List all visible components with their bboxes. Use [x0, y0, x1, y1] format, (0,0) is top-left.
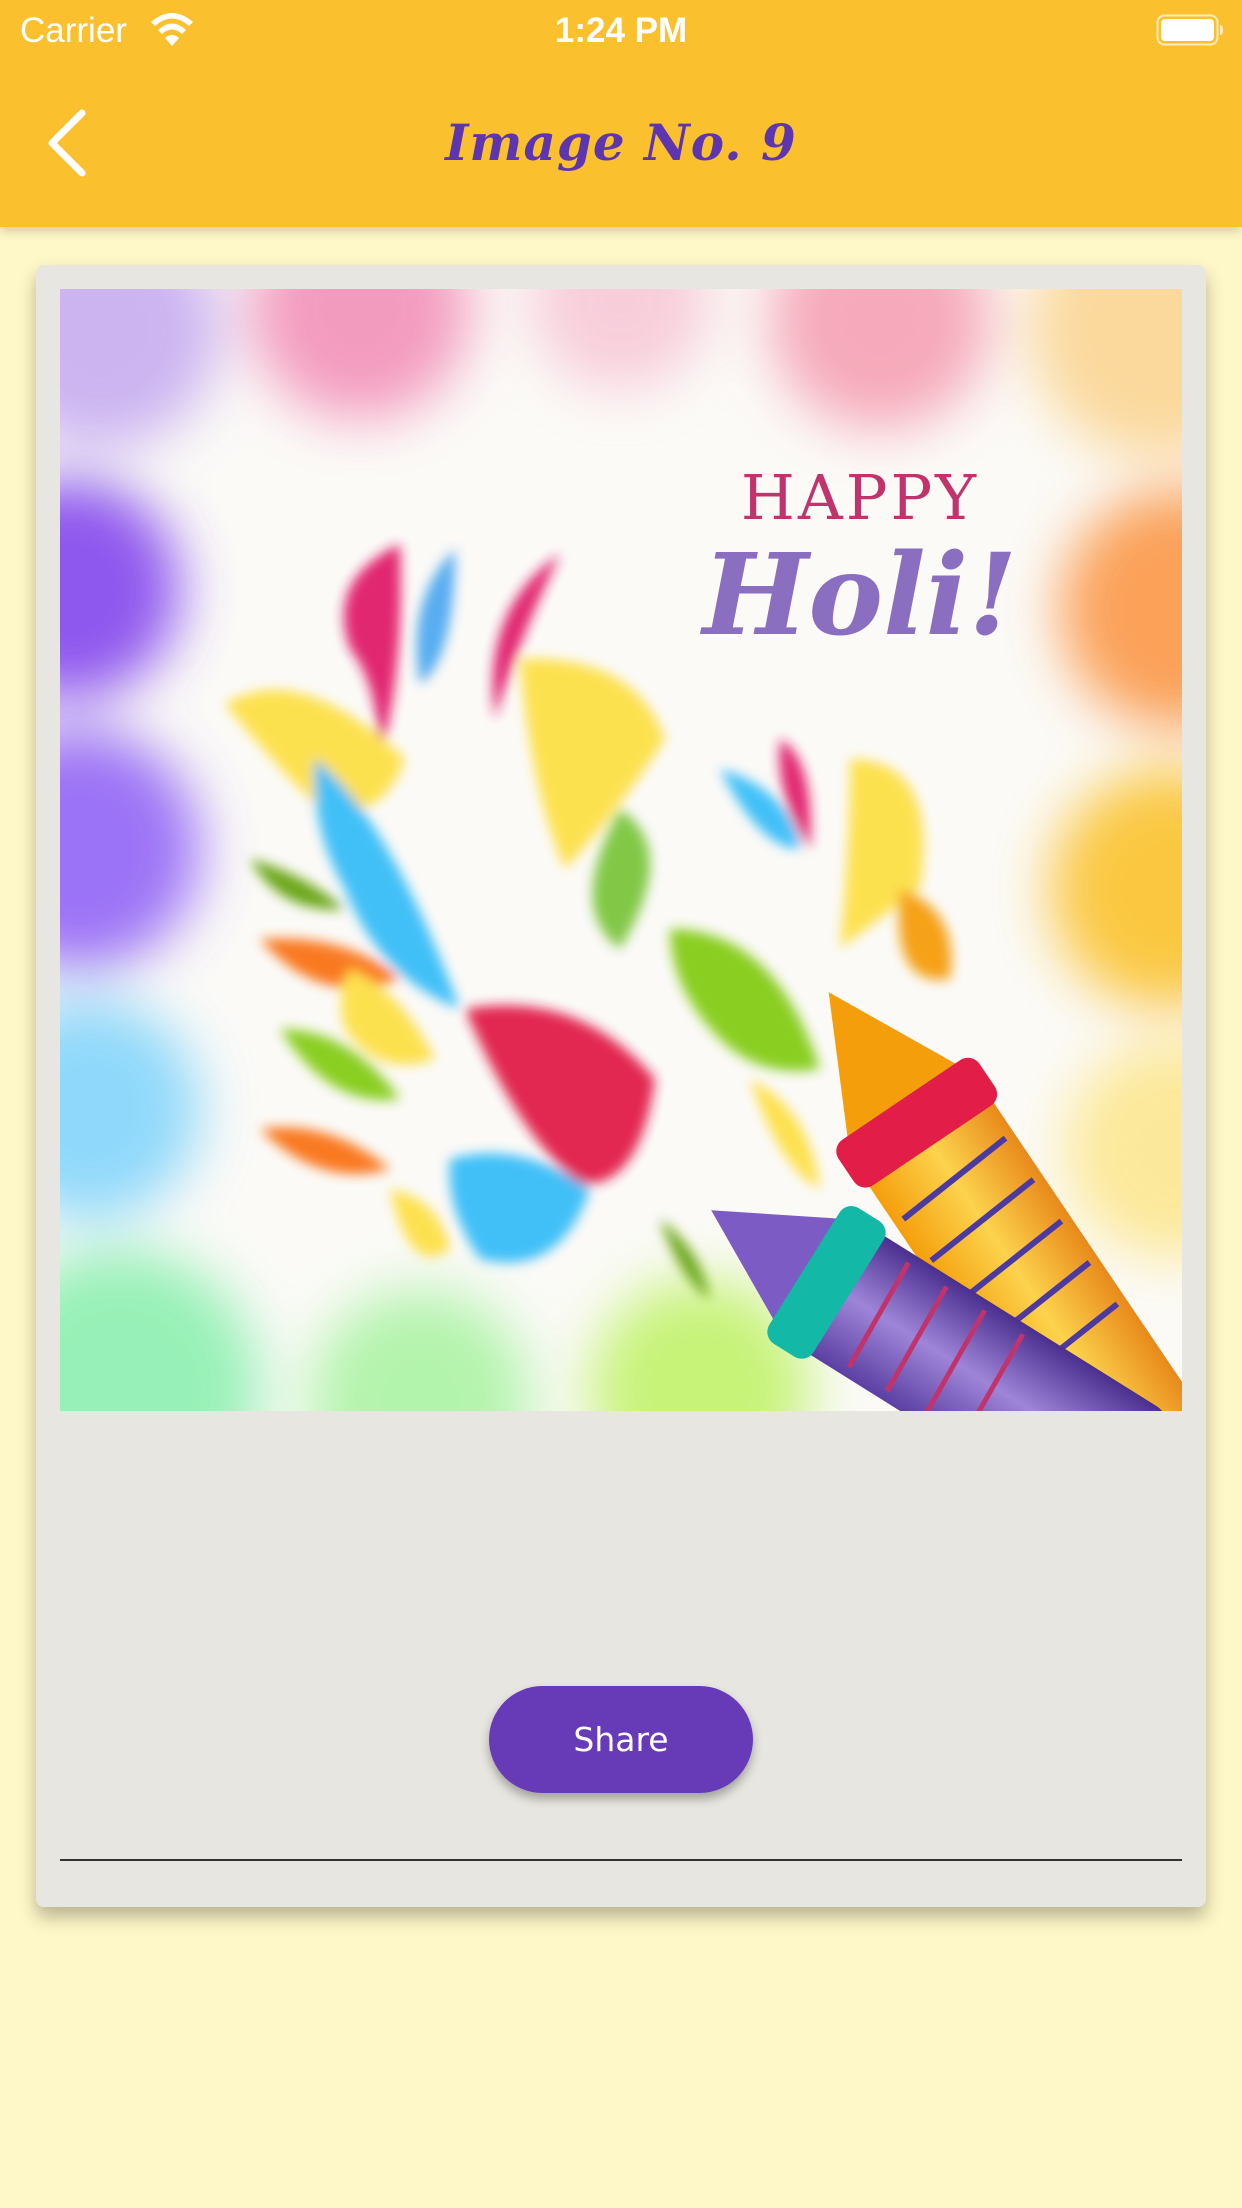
greeting-holi: Holi!	[700, 530, 1018, 661]
page-title: Image No. 9	[445, 113, 797, 172]
greeting-happy: HAPPY	[741, 461, 979, 534]
image-card: HAPPY Holi! Share	[36, 265, 1206, 1907]
navigation-bar: Carrier 1:24 PM Image No. 9	[0, 0, 1242, 227]
share-button[interactable]: Share	[489, 1686, 753, 1793]
divider	[60, 1859, 1182, 1861]
battery-icon	[1156, 14, 1223, 46]
status-time: 1:24 PM	[554, 11, 688, 50]
holi-greeting-image: HAPPY Holi!	[60, 289, 1182, 1411]
status-bar: Carrier 1:24 PM	[0, 0, 1242, 60]
